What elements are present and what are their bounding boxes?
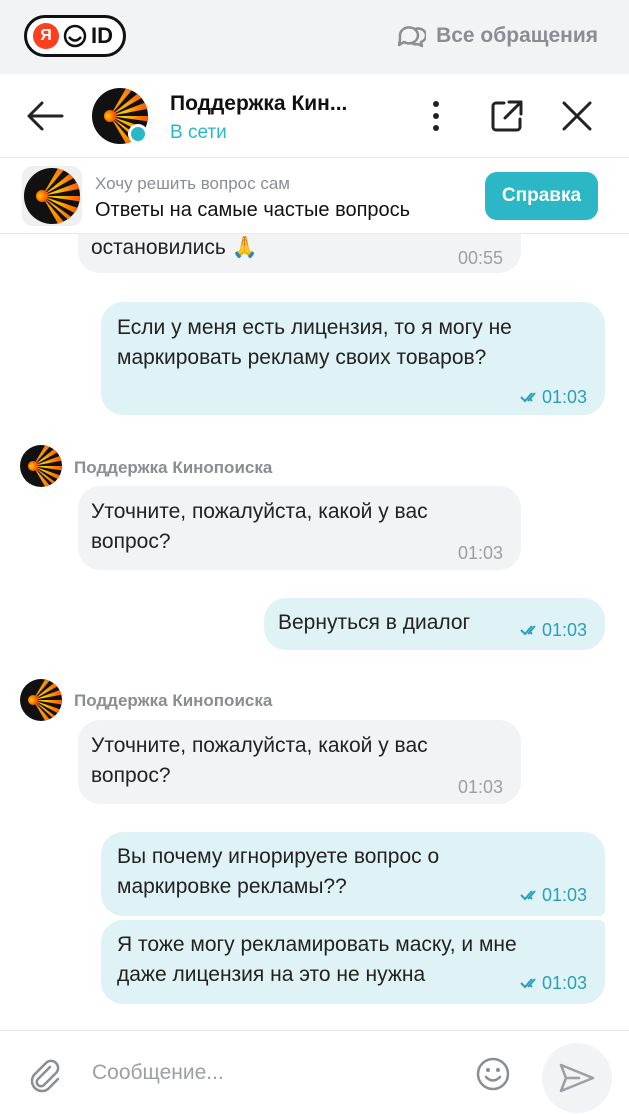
message-text-line: вопрос? [91,530,171,553]
yandex-logo-icon: Я [33,23,59,49]
message-time: 01:03 [520,614,587,646]
message-text: остановились 🙏 [91,236,258,259]
message-text: Вернуться в диалог [278,611,471,634]
top-bar: Я ID Все обращения [0,0,629,74]
message-time: 00:55 [457,248,503,268]
double-check-icon [520,625,536,636]
support-avatar [92,88,148,144]
banner-text: Ответы на самые частые вопрось [95,199,411,221]
header-title: Поддержка Кин... [170,92,348,115]
message-outgoing: Вы почему игнорируете вопрос о маркировк… [101,832,605,916]
more-options-icon[interactable] [416,96,456,136]
chat-bubbles-icon [397,26,427,48]
message-incoming: Уточните, пожалуйста, какой у вас вопрос… [78,486,521,570]
send-arrow-icon [559,1063,595,1093]
message-text-line: маркировке рекламы?? [117,875,347,898]
banner-logo [22,166,82,226]
double-check-icon [520,392,536,403]
message-time: 01:03 [520,879,587,911]
yandex-id-logo[interactable]: Я ID [24,15,126,57]
help-button[interactable]: Справка [485,172,598,220]
message-time-text: 01:03 [541,973,587,993]
message-outgoing: Я тоже могу рекламировать маску, и мне д… [101,920,605,1004]
message-outgoing: Если у меня есть лицензия, то я могу не … [101,302,605,415]
close-icon[interactable] [557,96,597,136]
message-time: 01:03 [457,543,503,563]
attach-paperclip-icon[interactable] [28,1057,62,1093]
double-check-icon [520,978,536,989]
double-check-icon [520,890,536,901]
message-incoming: Уточните, пожалуйста, какой у вас вопрос… [78,720,521,804]
message-time: 01:03 [457,777,503,797]
open-external-icon[interactable] [487,96,527,136]
support-avatar-small [20,679,62,721]
help-banner: Хочу решить вопрос сам Ответы на самые ч… [0,158,629,234]
message-time: 01:03 [520,967,587,999]
message-text-line: даже лицензия на это не нужна [117,963,426,986]
kinopoisk-logo-icon [24,168,80,224]
emoji-smile-icon[interactable] [474,1055,512,1093]
message-text-line: Уточните, пожалуйста, какой у вас [91,500,428,523]
message-text-line: Я тоже могу рекламировать маску, и мне [117,933,517,956]
sender-name: Поддержка Кинопоиска [74,458,273,477]
message-text-line: маркировать рекламу своих товаров? [117,346,487,369]
message-composer [0,1030,629,1114]
all-requests-label: Все обращения [436,24,598,47]
back-arrow-icon[interactable] [24,96,66,136]
send-button[interactable] [542,1043,612,1113]
message-text-line: Уточните, пожалуйста, какой у вас [91,734,428,757]
message-text-line: вопрос? [91,764,171,787]
message-input[interactable] [92,1053,452,1093]
chat-header: Поддержка Кин... В сети [0,74,629,158]
message-time: 01:03 [520,381,587,413]
message-outgoing: Вернуться в диалог 01:03 [264,598,605,650]
message-text-line: Если у меня есть лицензия, то я могу не [117,316,512,339]
id-label: ID [91,23,113,48]
support-avatar-small [20,445,62,487]
smile-icon [63,24,87,48]
header-status: В сети [170,122,227,143]
message-incoming: остановились 🙏 00:55 [78,234,521,273]
message-text-line: Вы почему игнорируете вопрос о [117,845,440,868]
online-indicator [128,124,148,144]
message-time-text: 01:03 [541,885,587,905]
banner-subtitle: Хочу решить вопрос сам [95,174,290,193]
sender-name: Поддержка Кинопоиска [74,691,273,710]
message-time-text: 01:03 [541,387,587,407]
message-time-text: 01:03 [541,620,587,640]
all-requests-link[interactable]: Все обращения [396,23,598,49]
message-list[interactable]: остановились 🙏 00:55 Если у меня есть ли… [0,234,629,1030]
